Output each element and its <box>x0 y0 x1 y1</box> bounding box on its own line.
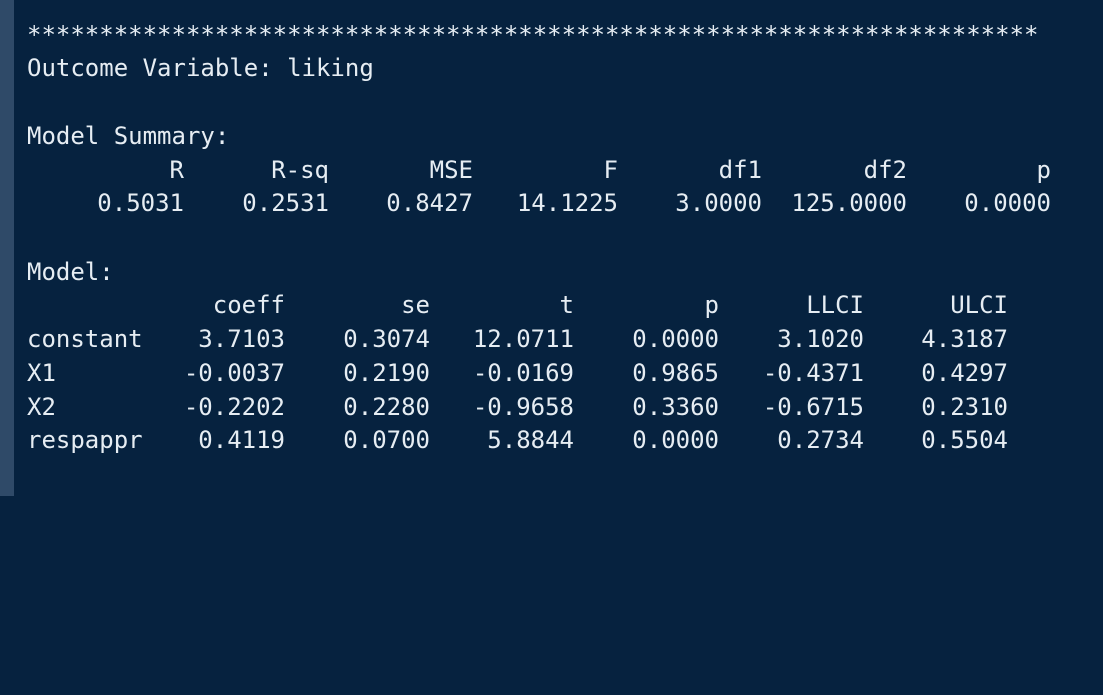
cell-t: -0.9658 <box>472 393 574 421</box>
cell-llci: 0.2734 <box>777 426 864 454</box>
window-left-border <box>0 0 14 496</box>
row-label: respappr <box>27 426 143 454</box>
summary-header-f: F <box>603 156 618 184</box>
cell-se: 0.3074 <box>343 325 430 353</box>
summary-value-df2: 125.0000 <box>791 189 907 217</box>
summary-value-f: 14.1225 <box>516 189 618 217</box>
model-header-row: coeff se t p LLCI ULCI <box>27 290 1057 320</box>
cell-p: 0.0000 <box>632 426 719 454</box>
outcome-variable-line: Outcome Variable: liking <box>27 54 374 82</box>
terminal-output: ****************************************… <box>0 0 1103 496</box>
row-label: X2 <box>27 393 56 421</box>
model-row: X1 -0.0037 0.2190 -0.0169 0.9865 -0.4371… <box>27 358 1057 388</box>
model-header-t: t <box>559 291 574 319</box>
model-row: respappr 0.4119 0.0700 5.8844 0.0000 0.2… <box>27 425 1057 455</box>
summary-header-rsq: R-sq <box>271 156 329 184</box>
summary-header-r: R <box>169 156 184 184</box>
row-label: X1 <box>27 359 56 387</box>
cell-coeff: -0.0037 <box>183 359 285 387</box>
model-header-se: se <box>401 291 430 319</box>
summary-header-p: p <box>1036 156 1051 184</box>
summary-header-df2: df2 <box>863 156 907 184</box>
cell-t: 5.8844 <box>487 426 574 454</box>
model-header-p: p <box>704 291 719 319</box>
separator-line: ****************************************… <box>27 21 1039 49</box>
model-header-coeff: coeff <box>212 291 285 319</box>
cell-ulci: 0.2310 <box>921 393 1008 421</box>
summary-value-df1: 3.0000 <box>675 189 762 217</box>
cell-p: 0.0000 <box>632 325 719 353</box>
cell-t: 12.0711 <box>472 325 574 353</box>
model-row: constant 3.7103 0.3074 12.0711 0.0000 3.… <box>27 324 1057 354</box>
summary-value-p: 0.0000 <box>964 189 1051 217</box>
cell-ulci: 0.4297 <box>921 359 1008 387</box>
model-summary-value-row: 0.5031 0.2531 0.8427 14.1225 3.0000 125.… <box>27 188 1057 218</box>
summary-value-rsq: 0.2531 <box>242 189 329 217</box>
cell-ulci: 4.3187 <box>921 325 1008 353</box>
cell-t: -0.0169 <box>472 359 574 387</box>
summary-value-mse: 0.8427 <box>386 189 473 217</box>
summary-header-mse: MSE <box>429 156 473 184</box>
model-header-ulci: ULCI <box>950 291 1008 319</box>
cell-se: 0.2190 <box>343 359 430 387</box>
model-row: X2 -0.2202 0.2280 -0.9658 0.3360 -0.6715… <box>27 392 1057 422</box>
cell-se: 0.2280 <box>343 393 430 421</box>
model-header-llci: LLCI <box>806 291 864 319</box>
summary-value-r: 0.5031 <box>97 189 184 217</box>
cell-p: 0.3360 <box>632 393 719 421</box>
cell-ulci: 0.5504 <box>921 426 1008 454</box>
cell-coeff: 0.4119 <box>198 426 285 454</box>
model-title: Model: <box>27 258 114 286</box>
model-summary-title: Model Summary: <box>27 122 230 150</box>
model-summary-header-row: R R-sq MSE F df1 df2 p <box>27 155 1057 185</box>
summary-header-df1: df1 <box>718 156 762 184</box>
cell-coeff: -0.2202 <box>183 393 285 421</box>
cell-llci: 3.1020 <box>777 325 864 353</box>
cell-se: 0.0700 <box>343 426 430 454</box>
cell-coeff: 3.7103 <box>198 325 285 353</box>
cell-llci: -0.4371 <box>762 359 864 387</box>
row-label: constant <box>27 325 143 353</box>
cell-llci: -0.6715 <box>762 393 864 421</box>
cell-p: 0.9865 <box>632 359 719 387</box>
